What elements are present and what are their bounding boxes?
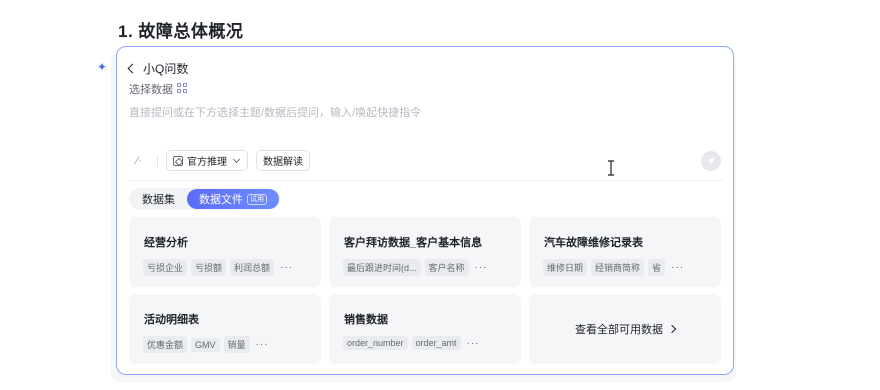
field-tag: 亏损额	[191, 259, 227, 276]
interpret-button[interactable]: 数据解读	[256, 150, 310, 171]
send-icon	[707, 157, 715, 165]
send-button[interactable]	[701, 151, 721, 171]
card-title: 经营分析	[144, 237, 188, 249]
data-card-business-analysis[interactable]: 经营分析 亏损企业 亏损额 利润总额 ···	[129, 217, 321, 287]
data-select-icon	[177, 83, 189, 95]
ask-data-panel: 小Q问数 选择数据 直接提问或在下方选择主题/数据后提问，输入/唤起快捷指令 ⁄…	[116, 46, 734, 375]
page-heading: 1. 故障总体概况	[118, 22, 244, 41]
data-card-sales[interactable]: 销售数据 order_number order_amt ···	[329, 294, 521, 364]
magic-icon[interactable]: ⁄·	[129, 151, 149, 171]
chevron-right-icon	[667, 324, 677, 334]
field-tag: 客户名称	[424, 259, 469, 276]
field-tag: 维修日期	[543, 259, 588, 276]
view-all-label: 查看全部可用数据	[575, 324, 663, 336]
trial-badge: 试用	[247, 193, 267, 205]
field-tag: GMV	[191, 337, 220, 352]
field-tag: 优惠金额	[143, 336, 188, 353]
field-tag: 经销商简称	[591, 259, 645, 276]
chevron-left-icon	[127, 63, 138, 74]
more-ellipsis: ···	[671, 262, 685, 273]
card-tags: 亏损企业 亏损额 利润总额 ···	[143, 259, 293, 276]
card-tags: 最后跟进时间(d... 客户名称 ···	[343, 259, 488, 276]
assistant-title: 小Q问数	[143, 62, 189, 76]
text-cursor-icon	[608, 160, 614, 176]
card-tags: 优惠金额 GMV 销量 ···	[143, 336, 269, 353]
card-title: 汽车故障维修记录表	[544, 237, 643, 249]
chevron-down-icon	[232, 155, 241, 163]
tab-data-file-label: 数据文件	[199, 194, 243, 206]
more-ellipsis: ···	[255, 339, 269, 350]
more-ellipsis: ···	[474, 262, 488, 273]
tab-dataset-label: 数据集	[142, 194, 175, 206]
card-title: 销售数据	[344, 314, 388, 326]
data-card-activity-detail[interactable]: 活动明细表 优惠金额 GMV 销量 ···	[129, 294, 321, 364]
recommend-label: 官方推理	[187, 157, 227, 168]
select-data-button[interactable]: 选择数据	[129, 81, 189, 97]
section-divider	[129, 180, 723, 181]
data-card-customer-visit[interactable]: 客户拜访数据_客户基本信息 最后跟进时间(d... 客户名称 ···	[329, 217, 521, 287]
card-title: 活动明细表	[144, 314, 199, 326]
select-data-label: 选择数据	[129, 84, 173, 96]
back-link[interactable]: 小Q问数	[127, 60, 189, 77]
source-tabs: 数据集 数据文件 试用	[129, 188, 280, 210]
tab-dataset[interactable]: 数据集	[130, 189, 187, 209]
tab-data-file[interactable]: 数据文件 试用	[187, 189, 279, 209]
card-tags: 维修日期 经销商简称 省 ···	[543, 259, 684, 276]
more-ellipsis: ···	[280, 262, 294, 273]
field-tag: order_amt	[411, 336, 461, 350]
field-tag: order_number	[343, 336, 408, 350]
data-card-car-repair[interactable]: 汽车故障维修记录表 维修日期 经销商简称 省 ···	[529, 217, 721, 287]
recommend-icon	[173, 155, 183, 166]
toolbar-divider	[157, 154, 158, 167]
more-ellipsis: ···	[466, 337, 480, 349]
question-input[interactable]: 直接提问或在下方选择主题/数据后提问，输入/唤起快捷指令	[129, 104, 421, 120]
interpret-label: 数据解读	[263, 157, 303, 168]
view-all-data-button[interactable]: 查看全部可用数据	[529, 294, 721, 364]
card-tags: order_number order_amt ···	[343, 336, 480, 350]
field-tag: 最后跟进时间(d...	[343, 259, 421, 276]
field-tag: 销量	[223, 336, 250, 353]
field-tag: 省	[648, 259, 666, 276]
sparkle-icon[interactable]: ✦	[97, 60, 111, 74]
recommend-dropdown[interactable]: 官方推理	[166, 150, 248, 171]
field-tag: 利润总额	[230, 259, 275, 276]
field-tag: 亏损企业	[143, 259, 188, 276]
input-toolbar: ⁄· 官方推理 数据解读	[129, 150, 310, 171]
card-title: 客户拜访数据_客户基本信息	[344, 237, 483, 249]
